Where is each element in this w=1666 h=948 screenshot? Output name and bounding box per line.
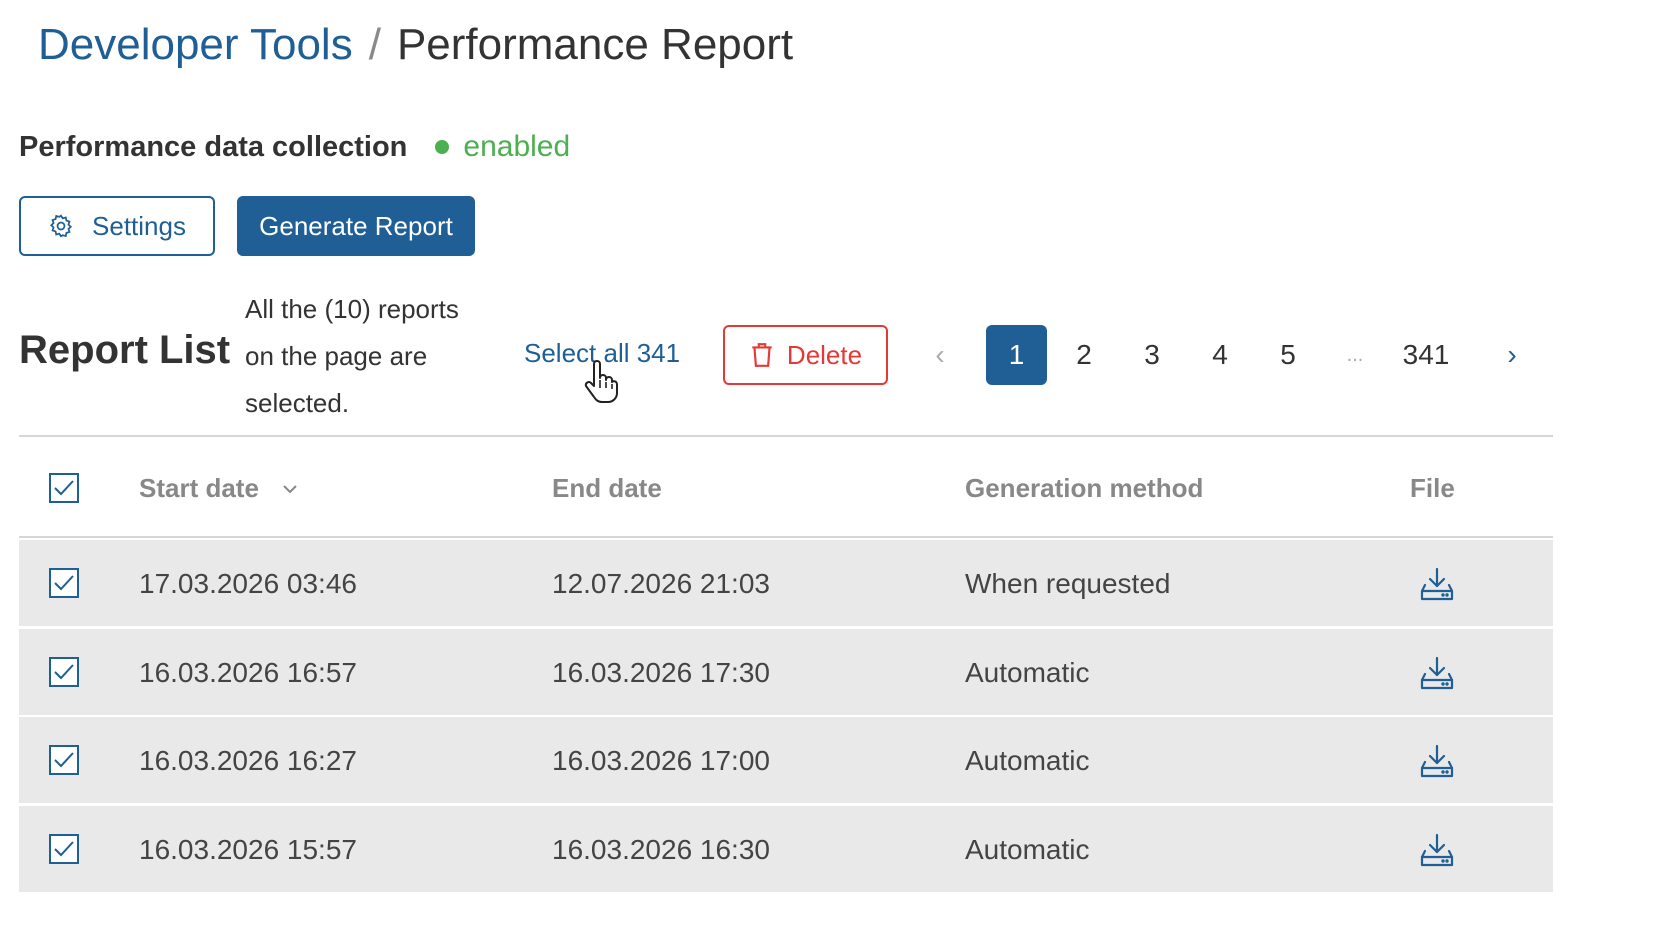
pagination-ellipsis: ... bbox=[1346, 343, 1364, 366]
download-icon[interactable] bbox=[1419, 566, 1455, 602]
checkmark-icon bbox=[54, 752, 74, 768]
chevron-down-icon bbox=[283, 484, 297, 493]
cell-generation-method: Automatic bbox=[965, 656, 1090, 688]
pagination-prev-button[interactable]: ‹ bbox=[920, 325, 960, 385]
gear-icon bbox=[50, 214, 73, 238]
status-badge: enabled bbox=[435, 130, 570, 164]
cell-start-date: 16.03.2026 15:57 bbox=[139, 833, 357, 865]
row-checkbox[interactable] bbox=[49, 745, 79, 775]
table-header: Start date End date Generation method Fi… bbox=[19, 438, 1553, 538]
checkmark-icon bbox=[54, 840, 74, 856]
collection-label: Performance data collection bbox=[19, 130, 408, 163]
cell-generation-method: When requested bbox=[965, 568, 1171, 599]
table-row[interactable]: 17.03.2026 03:46 12.07.2026 21:03 When req… bbox=[19, 540, 1553, 628]
pagination-page-1[interactable]: 1 bbox=[986, 325, 1047, 385]
breadcrumb-developer-tools-link[interactable]: Developer Tools bbox=[38, 20, 353, 70]
download-icon[interactable] bbox=[1419, 832, 1455, 868]
select-all-checkbox[interactable] bbox=[49, 473, 79, 503]
cell-end-date: 16.03.2026 16:30 bbox=[552, 833, 770, 865]
cell-start-date: 16.03.2026 16:27 bbox=[139, 745, 357, 776]
report-list-title: Report List bbox=[19, 328, 231, 372]
settings-button-label: Settings bbox=[92, 210, 186, 241]
delete-button-label: Delete bbox=[786, 339, 863, 370]
table-row[interactable]: 16.03.2026 15:57 16.03.2026 16:30 Automati… bbox=[19, 805, 1553, 894]
checkmark-icon bbox=[54, 480, 74, 496]
pagination-page-last[interactable]: 341 bbox=[1392, 325, 1460, 385]
collection-status-row: Performance data collection enabled bbox=[19, 130, 570, 164]
settings-button[interactable]: Settings bbox=[19, 196, 215, 256]
column-header-file: File bbox=[1410, 473, 1455, 503]
breadcrumb: Developer Tools / Performance Report bbox=[38, 20, 793, 70]
checkmark-icon bbox=[54, 575, 74, 591]
cell-end-date: 16.03.2026 17:30 bbox=[552, 656, 770, 688]
delete-button[interactable]: Delete bbox=[723, 325, 888, 385]
table-row[interactable]: 16.03.2026 16:27 16.03.2026 17:00 Automati… bbox=[19, 717, 1553, 805]
column-header-start-date-label: Start date bbox=[139, 473, 259, 503]
status-text: enabled bbox=[463, 130, 571, 163]
column-header-generation-method: Generation method bbox=[965, 473, 1204, 503]
list-divider bbox=[19, 435, 1553, 437]
row-checkbox[interactable] bbox=[49, 656, 79, 687]
row-checkbox[interactable] bbox=[49, 833, 79, 864]
page-title: Performance Report bbox=[396, 20, 794, 69]
hand-pointer-icon bbox=[584, 360, 618, 403]
column-header-start-date[interactable]: Start date bbox=[139, 473, 299, 504]
cell-end-date: 12.07.2026 21:03 bbox=[552, 568, 770, 599]
table-row[interactable]: 16.03.2026 16:57 16.03.2026 17:30 Automati… bbox=[19, 628, 1553, 717]
download-icon[interactable] bbox=[1419, 655, 1455, 691]
breadcrumb-separator: / bbox=[368, 20, 381, 69]
column-header-end-date: End date bbox=[552, 473, 662, 503]
row-checkbox[interactable] bbox=[49, 568, 79, 598]
pagination-page-4[interactable]: 4 bbox=[1198, 325, 1242, 385]
cell-start-date: 16.03.2026 16:57 bbox=[139, 656, 357, 688]
checkmark-icon bbox=[54, 663, 74, 679]
trash-icon bbox=[752, 343, 772, 367]
pagination-page-3[interactable]: 3 bbox=[1130, 325, 1174, 385]
cell-start-date: 17.03.2026 03:46 bbox=[139, 568, 357, 599]
pagination-page-2[interactable]: 2 bbox=[1062, 325, 1106, 385]
generate-report-button[interactable]: Generate Report bbox=[237, 196, 475, 256]
pagination-page-5[interactable]: 5 bbox=[1266, 325, 1310, 385]
cell-generation-method: Automatic bbox=[965, 745, 1090, 776]
pagination-next-button[interactable]: › bbox=[1492, 325, 1532, 385]
status-dot-icon bbox=[435, 140, 450, 154]
download-icon[interactable] bbox=[1419, 743, 1455, 779]
selection-info-text: All the (10) reports on the page are sel… bbox=[245, 294, 459, 418]
cell-end-date: 16.03.2026 17:00 bbox=[552, 745, 770, 776]
cell-generation-method: Automatic bbox=[965, 833, 1090, 865]
